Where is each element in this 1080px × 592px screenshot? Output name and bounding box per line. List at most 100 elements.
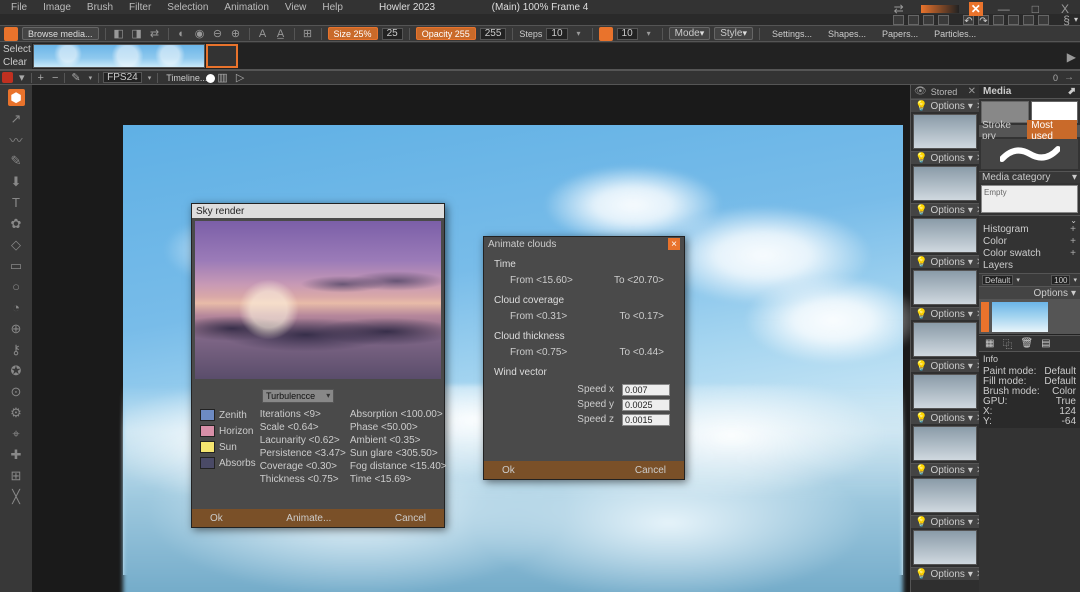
layer-options[interactable]: Options xyxy=(1034,288,1068,299)
ambient-param[interactable]: Ambient <0.35> xyxy=(350,435,447,448)
options-button[interactable]: Options xyxy=(930,257,964,268)
dot-tool-icon[interactable]: ⊙ xyxy=(8,383,25,400)
anim-dialog-title[interactable]: Animate clouds × xyxy=(484,237,684,251)
gear-tool-icon[interactable]: ⚙ xyxy=(8,404,25,421)
shapes-link[interactable]: Shapes... xyxy=(822,29,872,39)
canvas-area[interactable]: Sky render Turbulencce Zenith Horizon Su… xyxy=(32,85,910,592)
brush-tool-icon[interactable]: ⬢ xyxy=(8,89,25,106)
close-icon[interactable]: × xyxy=(668,238,680,250)
bulb-icon[interactable]: 💡 xyxy=(915,205,927,216)
stored-thumb[interactable] xyxy=(913,426,977,461)
chevron-down-icon[interactable]: ▾ xyxy=(1016,276,1020,284)
thk-to[interactable]: To <0.44> xyxy=(620,347,664,358)
expand-icon[interactable]: + xyxy=(1070,236,1076,247)
plus-tool-icon[interactable]: ✚ xyxy=(8,446,25,463)
menu-selection[interactable]: Selection xyxy=(160,1,215,14)
menu-animation[interactable]: Animation xyxy=(217,1,275,14)
text-tool-icon[interactable]: A̲ xyxy=(274,27,288,41)
options-button[interactable]: Options xyxy=(930,101,964,112)
size-value[interactable]: 25 xyxy=(382,28,403,40)
delete-layer-icon[interactable]: 🗑 xyxy=(1020,338,1033,349)
blend-mode-select[interactable]: Default xyxy=(982,275,1013,285)
fps-display[interactable]: FPS 24 xyxy=(103,72,142,83)
sky-dialog-title[interactable]: Sky render xyxy=(192,204,444,218)
move-tool-icon[interactable]: ↗ xyxy=(8,110,25,127)
swap-icon[interactable]: ⇄ xyxy=(148,27,162,41)
mode-menu[interactable]: Mode ▾ xyxy=(669,27,711,40)
loop-icon[interactable]: ▥ xyxy=(215,71,229,84)
bulb-icon[interactable]: 💡 xyxy=(915,413,927,424)
swatch-icon[interactable]: ◨ xyxy=(130,27,144,41)
visibility-icon[interactable]: 👁 xyxy=(914,86,927,97)
histogram-panel[interactable]: Histogram xyxy=(983,224,1029,235)
brush-tip-icon[interactable]: ◉ xyxy=(193,27,207,41)
new-layer-icon[interactable]: ▦ xyxy=(985,338,994,349)
chevron-down-icon[interactable]: ▾ xyxy=(1071,288,1076,299)
cov-to[interactable]: To <0.17> xyxy=(620,311,664,322)
absorbs-color[interactable]: Absorbs xyxy=(200,457,256,469)
speed-z-input[interactable] xyxy=(622,414,670,426)
stored-thumb[interactable] xyxy=(913,322,977,357)
add-icon[interactable]: ⊕ xyxy=(229,27,243,41)
sky-ok-button[interactable]: Ok xyxy=(210,513,223,524)
play-icon[interactable]: ▷ xyxy=(234,71,246,84)
add-icon[interactable]: + xyxy=(36,72,46,84)
frame-thumb[interactable] xyxy=(33,44,205,68)
stored-thumb[interactable] xyxy=(913,530,977,565)
text-icon[interactable]: A xyxy=(256,27,270,41)
persistence-param[interactable]: Persistence <3.47> xyxy=(260,448,346,461)
stored-thumb[interactable] xyxy=(913,270,977,305)
playhead[interactable] xyxy=(206,74,215,83)
chevron-down-icon[interactable]: ▾ xyxy=(146,74,154,82)
sunglare-param[interactable]: Sun glare <305.50> xyxy=(350,448,447,461)
options-button[interactable]: Options xyxy=(930,517,964,528)
timeline-button[interactable]: Timeline... xyxy=(162,73,211,83)
options-button[interactable]: Options xyxy=(930,361,964,372)
menu-file[interactable]: File xyxy=(4,1,34,14)
minimize-button[interactable]: — xyxy=(991,1,1017,17)
layer-item[interactable] xyxy=(979,299,1080,335)
close-icon[interactable]: ✕ xyxy=(968,86,976,97)
chevron-down-icon[interactable]: ▾ xyxy=(17,71,27,84)
cov-from[interactable]: From <0.31> xyxy=(510,311,567,322)
options-button[interactable]: Options xyxy=(930,569,964,580)
steps-value[interactable]: 10 xyxy=(546,28,567,40)
expand-icon[interactable]: + xyxy=(1070,224,1076,235)
speed-x-input[interactable] xyxy=(622,384,670,396)
record-icon[interactable] xyxy=(2,72,13,83)
chevron-down-icon[interactable]: ▾ xyxy=(642,27,656,41)
bulb-icon[interactable]: 💡 xyxy=(915,153,927,164)
stored-thumb[interactable] xyxy=(913,114,977,149)
options-button[interactable]: Options xyxy=(930,309,964,320)
thk-from[interactable]: From <0.75> xyxy=(510,347,567,358)
curve-tool-icon[interactable]: 〰 xyxy=(8,131,25,148)
fog-param[interactable]: Fog distance <15.40> xyxy=(350,461,447,474)
bulb-icon[interactable]: 💡 xyxy=(915,465,927,476)
text-tool-icon[interactable]: T xyxy=(8,194,25,211)
layer-thumb[interactable] xyxy=(991,301,1049,333)
time-from[interactable]: From <15.60> xyxy=(510,275,573,286)
stored-thumb[interactable] xyxy=(913,374,977,409)
opacity-slider[interactable] xyxy=(921,5,959,13)
options-button[interactable]: Options xyxy=(930,153,964,164)
swap-colors-icon[interactable]: ⇄ xyxy=(887,1,911,17)
iterations-param[interactable]: Iterations <9> xyxy=(260,409,346,422)
layers-panel[interactable]: Layers xyxy=(983,260,1013,271)
clear-label[interactable]: Clear xyxy=(3,56,32,69)
media-empty[interactable]: Empty xyxy=(981,185,1078,213)
color-swatch-panel[interactable]: Color swatch xyxy=(983,248,1041,259)
stored-thumb[interactable] xyxy=(913,478,977,513)
phase-param[interactable]: Phase <50.00> xyxy=(350,422,447,435)
chevron-down-icon[interactable]: ▾ xyxy=(572,27,586,41)
go-end-icon[interactable]: → xyxy=(1064,72,1074,83)
bulb-icon[interactable]: 💡 xyxy=(915,361,927,372)
anim-cancel-button[interactable]: Cancel xyxy=(635,465,666,476)
rect-tool-icon[interactable]: ▭ xyxy=(8,257,25,274)
dab-icon[interactable] xyxy=(599,27,613,41)
snap-icon[interactable]: ⊞ xyxy=(301,27,315,41)
opacity-field[interactable]: 100 xyxy=(1051,275,1070,285)
options-button[interactable]: Options xyxy=(930,413,964,424)
star-tool-icon[interactable]: ✪ xyxy=(8,362,25,379)
fill-tool-icon[interactable]: ⬇ xyxy=(8,173,25,190)
color-panel[interactable]: Color xyxy=(983,236,1007,247)
